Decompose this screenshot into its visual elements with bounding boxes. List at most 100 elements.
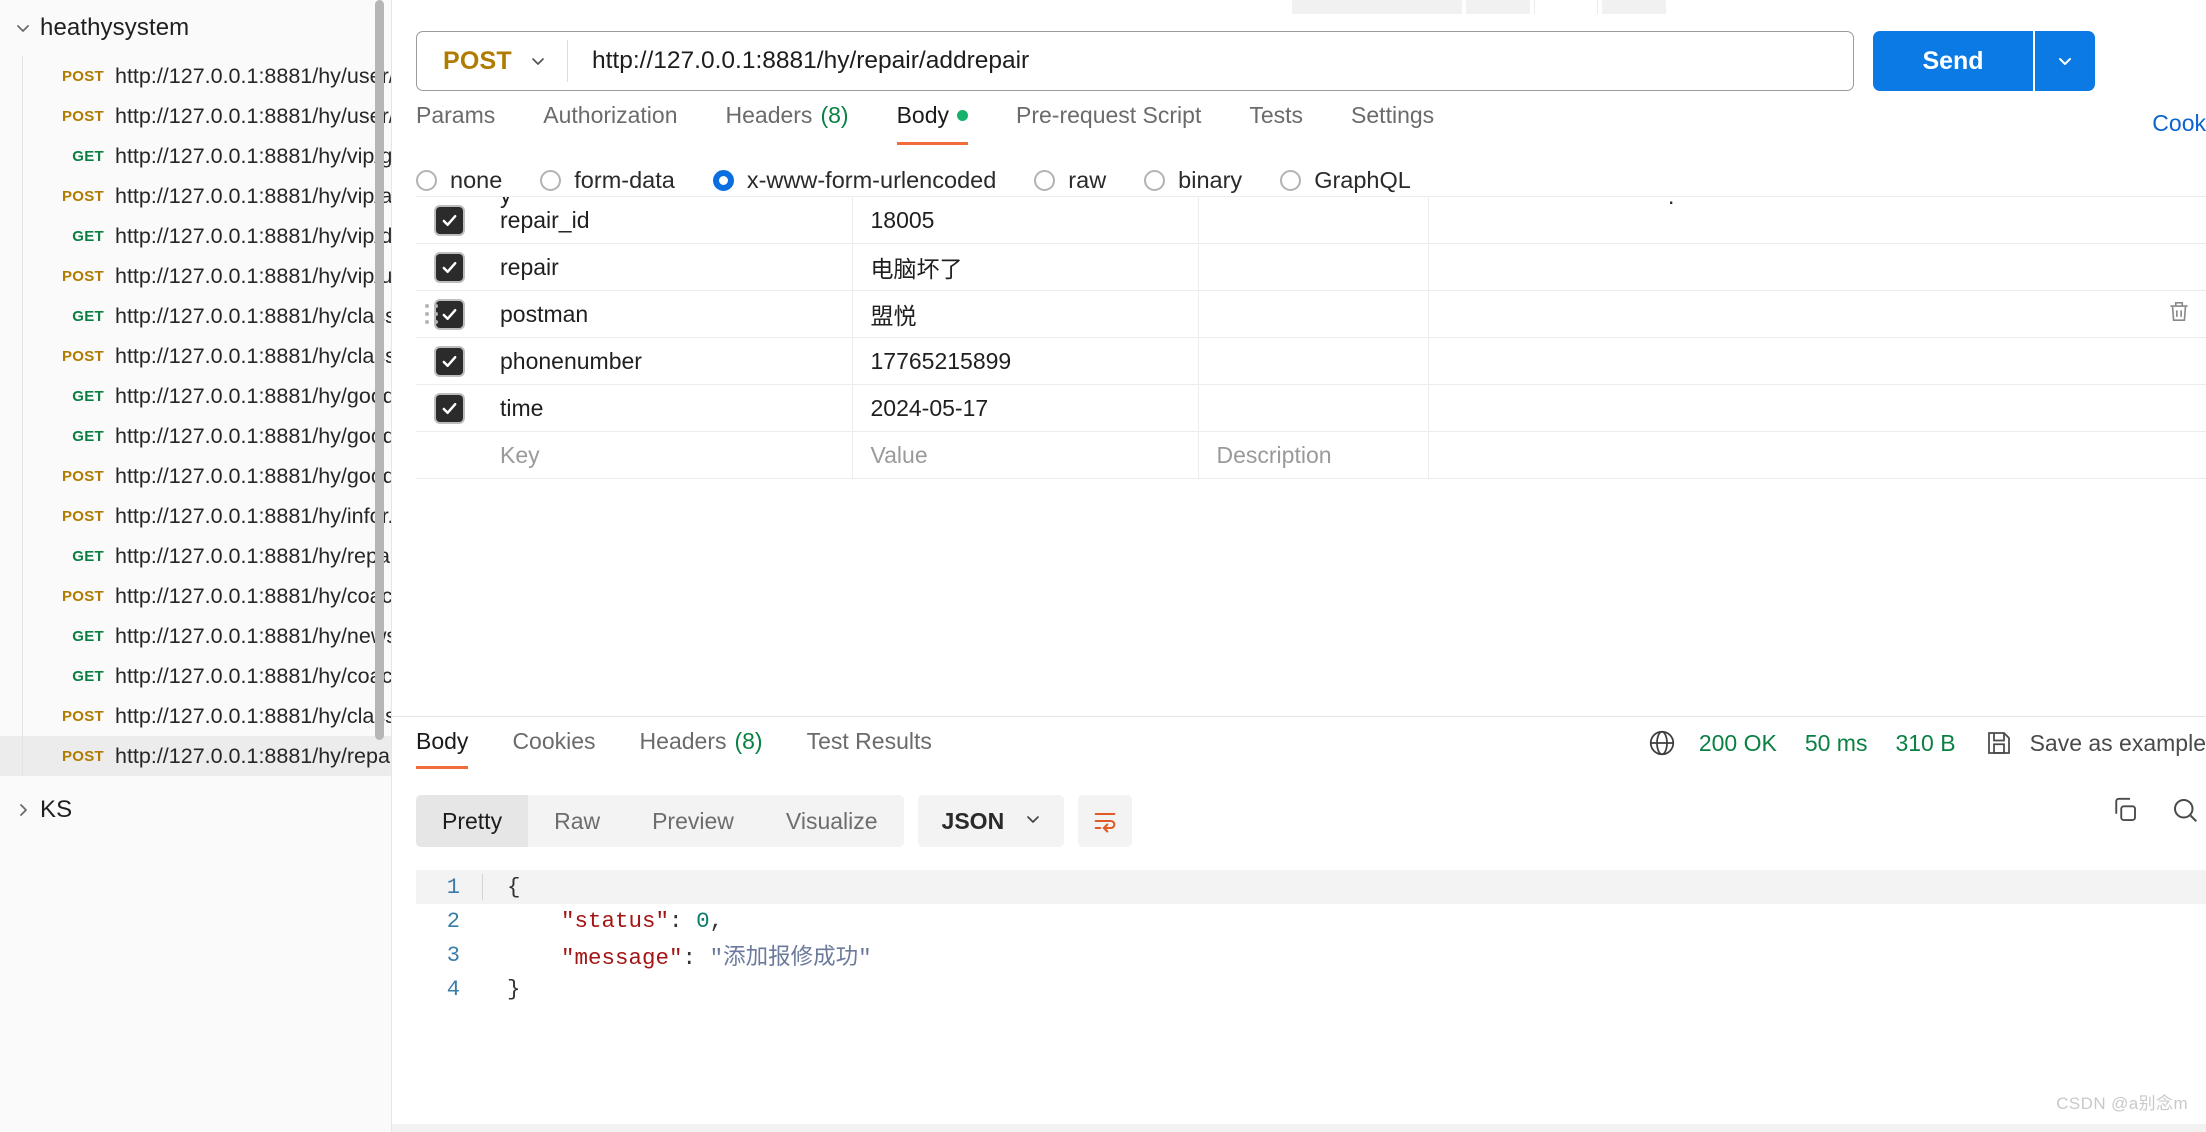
row-key-cell[interactable]: postman <box>482 291 852 338</box>
save-as-example-button[interactable]: Save as example <box>2030 730 2206 757</box>
body-type-binary[interactable]: binary <box>1144 167 1242 194</box>
sidebar-request-item[interactable]: POSThttp://127.0.0.1:8881/hy/good... <box>0 456 392 496</box>
row-description-cell[interactable] <box>1198 291 1428 338</box>
send-options-button[interactable] <box>2035 31 2095 91</box>
sidebar-request-item[interactable]: POSThttp://127.0.0.1:8881/hy/vip/u... <box>0 256 392 296</box>
body-type-none[interactable]: none <box>416 167 502 194</box>
response-tab-headers[interactable]: Headers(8) <box>618 728 785 769</box>
row-checkbox-cell[interactable] <box>416 197 482 244</box>
row-key-cell[interactable]: repair_id <box>482 197 852 244</box>
body-type-raw[interactable]: raw <box>1034 167 1106 194</box>
tab-headers[interactable]: Headers(8) <box>702 102 873 145</box>
sidebar-request-item[interactable]: GEThttp://127.0.0.1:8881/hy/good... <box>0 376 392 416</box>
table-row[interactable]: postman盟悦 <box>416 291 2206 338</box>
row-checkbox[interactable] <box>436 207 463 234</box>
collection-heathysystem[interactable]: heathysystem <box>0 0 392 56</box>
row-checkbox[interactable] <box>436 348 463 375</box>
row-actions-cell[interactable] <box>1428 197 2206 244</box>
sidebar-request-item[interactable]: POSThttp://127.0.0.1:8881/hy/vip/a... <box>0 176 392 216</box>
cookies-link[interactable]: Cook <box>2152 110 2206 137</box>
row-key-cell[interactable]: time <box>482 385 852 432</box>
row-checkbox-cell[interactable] <box>416 291 482 338</box>
tab-authorization[interactable]: Authorization <box>519 102 701 145</box>
row-checkbox[interactable] <box>436 254 463 281</box>
drag-handle-icon[interactable] <box>425 304 439 324</box>
row-checkbox[interactable] <box>436 395 463 422</box>
tab-body[interactable]: Body <box>873 102 992 145</box>
tab-tests[interactable]: Tests <box>1225 102 1327 145</box>
sidebar-request-item[interactable]: POSThttp://127.0.0.1:8881/hy/repai... <box>0 736 392 776</box>
table-row[interactable]: repair_id18005 <box>416 197 2206 244</box>
sidebar-request-item[interactable]: GEThttp://127.0.0.1:8881/hy/news... <box>0 616 392 656</box>
response-format-select[interactable]: JSON <box>918 795 1065 847</box>
sidebar-request-item[interactable]: GEThttp://127.0.0.1:8881/hy/repai... <box>0 536 392 576</box>
response-tab-test-results[interactable]: Test Results <box>785 728 954 769</box>
new-row-value-cell[interactable]: Value <box>852 432 1198 479</box>
row-value-cell[interactable]: 17765215899 <box>852 338 1198 385</box>
radio-icon[interactable] <box>1280 170 1301 191</box>
sidebar-request-item[interactable]: POSThttp://127.0.0.1:8881/hy/user/... <box>0 56 392 96</box>
tab-pre-request-script[interactable]: Pre-request Script <box>992 102 1225 145</box>
row-key-cell[interactable]: phonenumber <box>482 338 852 385</box>
tab-item[interactable] <box>1292 0 1462 14</box>
chevron-right-icon[interactable] <box>6 800 40 820</box>
radio-icon[interactable] <box>713 170 734 191</box>
row-actions-cell[interactable] <box>1428 244 2206 291</box>
sidebar-request-item[interactable]: GEThttp://127.0.0.1:8881/hy/vip/d... <box>0 216 392 256</box>
row-value-cell[interactable]: 盟悦 <box>852 291 1198 338</box>
sidebar-request-item[interactable]: POSThttp://127.0.0.1:8881/hy/infor... <box>0 496 392 536</box>
sidebar-request-item[interactable]: POSThttp://127.0.0.1:8881/hy/coac... <box>0 576 392 616</box>
row-description-cell[interactable] <box>1198 244 1428 291</box>
row-checkbox-cell[interactable] <box>416 338 482 385</box>
row-checkbox[interactable] <box>436 301 463 328</box>
sidebar-request-item[interactable]: GEThttp://127.0.0.1:8881/hy/class... <box>0 296 392 336</box>
row-actions-cell[interactable] <box>1428 291 2206 338</box>
send-button[interactable]: Send <box>1873 31 2033 91</box>
row-checkbox-cell[interactable] <box>416 385 482 432</box>
row-description-cell[interactable] <box>1198 197 1428 244</box>
row-value-cell[interactable]: 2024-05-17 <box>852 385 1198 432</box>
trash-icon[interactable] <box>2166 299 2192 330</box>
sidebar-request-item[interactable]: GEThttp://127.0.0.1:8881/hy/good... <box>0 416 392 456</box>
tab-item[interactable] <box>1602 0 1666 14</box>
method-selector[interactable]: POST <box>417 32 567 90</box>
copy-icon[interactable] <box>2110 795 2140 825</box>
chevron-down-icon[interactable] <box>6 18 40 38</box>
radio-icon[interactable] <box>416 170 437 191</box>
view-mode-pretty[interactable]: Pretty <box>416 795 528 847</box>
row-key-cell[interactable]: repair <box>482 244 852 291</box>
row-actions-cell[interactable] <box>1428 338 2206 385</box>
radio-icon[interactable] <box>1034 170 1055 191</box>
save-icon[interactable] <box>1984 728 2014 758</box>
row-actions-cell[interactable] <box>1428 385 2206 432</box>
url-input[interactable] <box>568 32 1853 90</box>
sidebar-scrollbar[interactable] <box>375 0 384 740</box>
word-wrap-icon[interactable] <box>1078 795 1132 847</box>
sidebar-request-item[interactable]: GEThttp://127.0.0.1:8881/hy/coac... <box>0 656 392 696</box>
new-row-key-cell[interactable]: Key <box>482 432 852 479</box>
tab-settings[interactable]: Settings <box>1327 102 1458 145</box>
response-tab-body[interactable]: Body <box>416 728 490 769</box>
table-row-new[interactable]: KeyValueDescription <box>416 432 2206 479</box>
row-checkbox-cell[interactable] <box>416 244 482 291</box>
sidebar-request-item[interactable]: GEThttp://127.0.0.1:8881/hy/vip/g... <box>0 136 392 176</box>
sidebar-request-item[interactable]: POSThttp://127.0.0.1:8881/hy/user/... <box>0 96 392 136</box>
body-type-form-data[interactable]: form-data <box>540 167 675 194</box>
table-row[interactable]: time2024-05-17 <box>416 385 2206 432</box>
chevron-down-icon[interactable] <box>527 50 549 72</box>
row-value-cell[interactable]: 18005 <box>852 197 1198 244</box>
sidebar-request-item[interactable]: POSThttp://127.0.0.1:8881/hy/class... <box>0 696 392 736</box>
new-row-description-cell[interactable]: Description <box>1198 432 1428 479</box>
response-body-code[interactable]: 1{2 "status": 0,3 "message": "添加报修成功"4} <box>416 870 2206 1098</box>
body-type-graphql[interactable]: GraphQL <box>1280 167 1411 194</box>
collection-ks[interactable]: KS <box>0 782 392 838</box>
view-mode-raw[interactable]: Raw <box>528 795 626 847</box>
radio-icon[interactable] <box>1144 170 1165 191</box>
row-description-cell[interactable] <box>1198 385 1428 432</box>
tab-item[interactable] <box>1466 0 1530 14</box>
table-row[interactable]: repair电脑坏了 <box>416 244 2206 291</box>
row-value-cell[interactable]: 电脑坏了 <box>852 244 1198 291</box>
view-mode-visualize[interactable]: Visualize <box>760 795 904 847</box>
body-type-x-www-form-urlencoded[interactable]: x-www-form-urlencoded <box>713 167 996 194</box>
view-mode-preview[interactable]: Preview <box>626 795 760 847</box>
